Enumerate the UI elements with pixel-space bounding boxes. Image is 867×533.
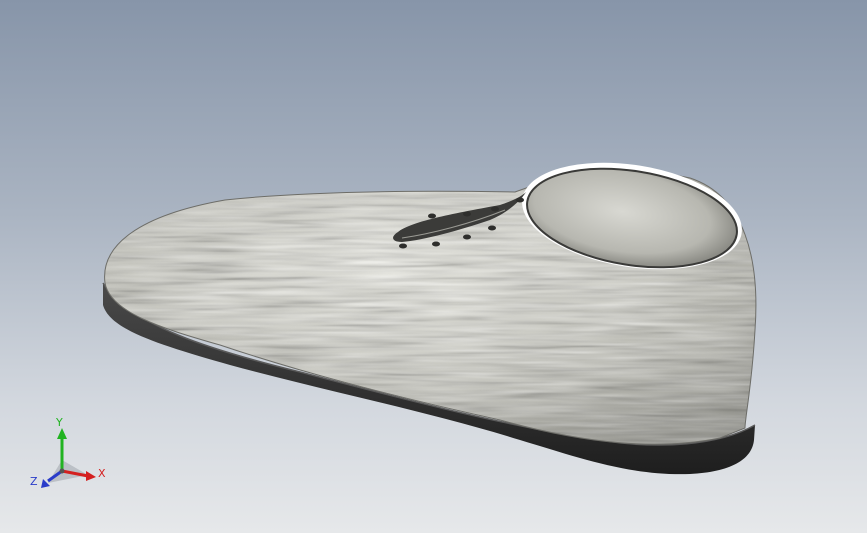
- z-axis-label: Z: [30, 475, 38, 488]
- x-axis-label: X: [98, 467, 106, 480]
- orientation-triad[interactable]: Y X Z: [30, 415, 120, 495]
- y-axis-label: Y: [56, 416, 63, 429]
- 3d-viewport[interactable]: Y X Z: [0, 0, 867, 533]
- shoe-model[interactable]: [0, 0, 867, 533]
